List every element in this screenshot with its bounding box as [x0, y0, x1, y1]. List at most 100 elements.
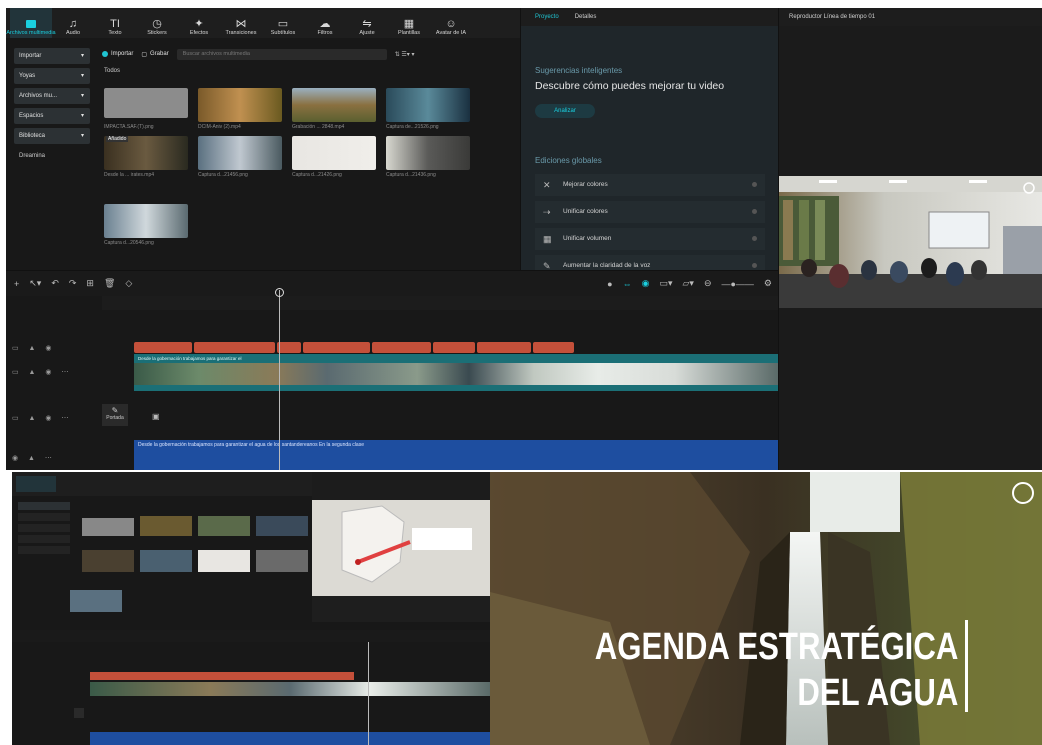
settings-icon[interactable]: ⚙ — [764, 278, 772, 289]
shield-icon[interactable]: ◇ — [125, 278, 132, 289]
sort-icon[interactable]: ⇅ ☰▾ ▾ — [395, 51, 415, 58]
playhead-knob[interactable] — [275, 288, 284, 297]
timeline-ruler — [102, 296, 778, 310]
media-tool[interactable]: Archivos multimedia — [6, 8, 56, 38]
record-icon: ▢ — [141, 51, 148, 58]
tab-details[interactable]: Detalles — [575, 14, 597, 20]
undo-icon[interactable]: ↶ — [51, 278, 59, 289]
template-tool[interactable]: ▦ Plantillas — [388, 8, 430, 38]
track-header-overlay[interactable]: ▭ ▲ ◉ ⋯ — [6, 414, 102, 422]
overlay-track-icon[interactable]: ▣ — [152, 412, 160, 421]
video-clip-labels[interactable]: Desde la gobernación trabajamos para gar… — [134, 354, 778, 363]
record-button[interactable]: ▢ Grabar — [141, 51, 168, 58]
text-clip[interactable] — [277, 342, 301, 353]
add-icon[interactable]: + — [14, 279, 19, 289]
media-thumbnail[interactable] — [292, 88, 376, 122]
tab-project[interactable]: Proyecto — [535, 14, 559, 20]
fit-icon[interactable]: ⊖ — [704, 278, 712, 289]
mini-toolbar — [12, 472, 312, 496]
link-icon[interactable]: ⇔ — [623, 279, 632, 289]
panel-tabs: Proyecto Detalles — [521, 8, 778, 26]
mini-thumb[interactable] — [82, 518, 134, 536]
avatar-tool[interactable]: ☺ Avatar de IA — [430, 8, 472, 38]
media-thumbnail[interactable] — [292, 136, 376, 170]
info-icon — [752, 209, 757, 214]
audio-track[interactable]: Desde la gobernación trabajamos para gar… — [134, 440, 778, 470]
mini-map-image — [312, 500, 490, 622]
global-edit-item[interactable]: ⇢ Unificar colores — [535, 201, 765, 223]
mic-icon[interactable]: ● — [607, 279, 612, 289]
preview-title-line1: AGENDA ESTRATÉGICA — [594, 626, 958, 668]
transition-tool[interactable]: ⋈ Transiciones — [220, 8, 262, 38]
track-header-audio[interactable]: ◉ ▲ ⋯ — [6, 454, 102, 462]
media-thumbnail[interactable] — [104, 204, 188, 238]
info-icon — [752, 182, 757, 187]
effects-icon: ✦ — [194, 18, 204, 30]
zoom-slider[interactable]: —●—— — [721, 279, 753, 289]
nav-item[interactable]: Yoyas ▾ — [14, 68, 90, 84]
text-clip[interactable] — [134, 342, 193, 353]
redo-icon[interactable]: ↷ — [69, 278, 77, 289]
delete-icon[interactable]: 🗑 — [104, 278, 115, 289]
text-clip[interactable] — [432, 342, 476, 353]
global-edits-title: Ediciones globales — [535, 156, 602, 165]
magnet-icon[interactable]: ◉ — [642, 278, 650, 289]
select-icon[interactable]: ↖▾ — [29, 278, 41, 289]
chevron-down-icon: ▾ — [80, 53, 84, 59]
nav-item[interactable]: Espacios ▾ — [14, 108, 90, 124]
portada-button[interactable]: ✎ Portada — [102, 404, 128, 426]
track-header-text[interactable]: ▭ ▲ ◉ — [6, 344, 102, 352]
mini-video-track[interactable] — [90, 682, 490, 696]
preview-icon[interactable]: ▭▾ — [659, 278, 672, 289]
chevron-down-icon: ▾ — [80, 133, 84, 139]
mini-thumb[interactable] — [82, 550, 134, 572]
mini-thumb[interactable] — [70, 590, 122, 612]
nav-item-label: Importar — [19, 53, 42, 59]
global-edit-item[interactable]: ▦ Unificar volumen — [535, 228, 765, 250]
mini-audio-track[interactable] — [90, 732, 490, 745]
text-clip[interactable] — [533, 342, 574, 353]
mini-thumb[interactable] — [198, 516, 250, 536]
mini-thumb[interactable] — [198, 550, 250, 572]
nav-item[interactable]: Dreamina — [14, 148, 90, 164]
media-thumbnail[interactable] — [386, 88, 470, 122]
track-header-video[interactable]: ▭ ▲ ◉ ⋯ — [6, 368, 102, 376]
filter-tool[interactable]: ☁ Filtros — [304, 8, 346, 38]
effects-tool[interactable]: ✦ Efectos — [178, 8, 220, 38]
nav-item[interactable]: Importar ▾ — [14, 48, 90, 64]
nav-item-label: Biblioteca — [19, 133, 46, 139]
media-thumbnail[interactable] — [198, 88, 282, 122]
thumbnail-caption: Desde la ... irates.mp4 — [104, 172, 155, 178]
right-panel: Proyecto Detalles Sugerencias inteligent… — [520, 8, 778, 277]
text-clip[interactable] — [477, 342, 532, 353]
media-thumbnail[interactable] — [386, 136, 470, 170]
caption-icon[interactable]: ▱▾ — [682, 278, 693, 289]
mini-thumb[interactable] — [140, 516, 192, 536]
video-track[interactable] — [134, 363, 778, 385]
media-thumbnail[interactable] — [104, 88, 188, 118]
mini-portada[interactable] — [74, 708, 84, 718]
analyze-button[interactable]: Analizar — [535, 104, 595, 118]
import-button[interactable]: Importar — [102, 51, 133, 57]
audio-tool[interactable]: ♫ Audio — [52, 8, 94, 38]
mini-thumb[interactable] — [140, 550, 192, 572]
mini-thumb[interactable] — [256, 516, 308, 536]
media-thumbnail[interactable] — [198, 136, 282, 170]
mini-text-clips[interactable] — [90, 672, 354, 680]
adjust-tool[interactable]: ⇋ Ajuste — [346, 8, 388, 38]
subtitle-tool[interactable]: ▭ Subtítulos — [262, 8, 304, 38]
sticker-tool[interactable]: ◷ Stickers — [136, 8, 178, 38]
split-icon[interactable]: ⊞ — [86, 278, 94, 289]
nav-item[interactable]: Archivos mu... ▾ — [14, 88, 90, 104]
mini-playhead[interactable] — [368, 642, 369, 745]
text-tool[interactable]: TI Texto — [94, 8, 136, 38]
text-clip[interactable] — [194, 342, 276, 353]
text-clip[interactable] — [372, 342, 431, 353]
global-edit-item[interactable]: ✕ Mejorar colores — [535, 174, 765, 196]
text-clip[interactable] — [302, 342, 371, 353]
search-input[interactable]: Buscar archivos multimedia — [176, 48, 387, 60]
mini-thumb[interactable] — [256, 550, 308, 572]
playhead[interactable] — [279, 290, 280, 470]
mini-media-tab[interactable] — [16, 476, 56, 492]
nav-item[interactable]: Biblioteca ▾ — [14, 128, 90, 144]
